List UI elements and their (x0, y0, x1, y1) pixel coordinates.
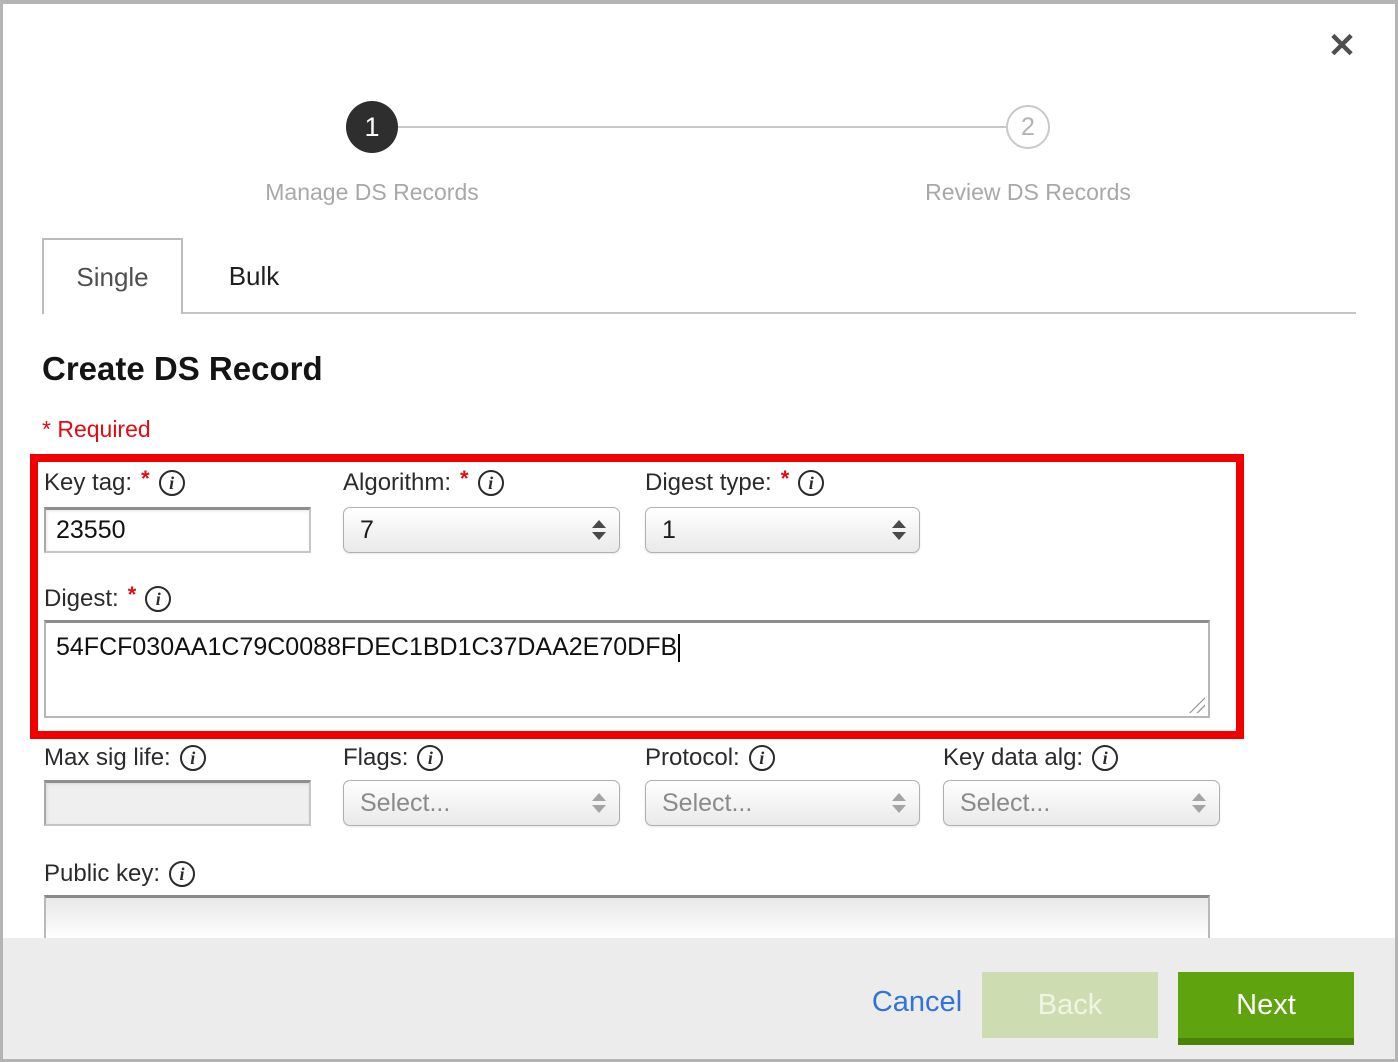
stepper-connector-line (398, 126, 1006, 128)
digest-type-label: Digest type: * i (645, 467, 824, 499)
info-icon-glyph: i (488, 474, 493, 492)
tab-strip-divider (183, 312, 1356, 314)
next-button[interactable]: Next (1178, 972, 1354, 1045)
info-icon-glyph: i (190, 749, 195, 767)
tab-single[interactable]: Single (42, 238, 183, 314)
required-asterisk: * (460, 466, 469, 492)
step-1-circle: 1 (346, 101, 398, 153)
digest-textarea[interactable]: 54FCF030AA1C79C0088FDEC1BD1C37DAA2E70DFB (44, 620, 1210, 718)
key-tag-label-text: Key tag: (44, 469, 132, 497)
step-2-circle: 2 (1006, 105, 1050, 149)
info-icon[interactable]: i (417, 745, 443, 771)
max-sig-life-label: Max sig life: i (44, 742, 206, 774)
max-sig-life-label-text: Max sig life: (44, 744, 171, 772)
digest-label: Digest: * i (44, 583, 171, 615)
public-key-label: Public key: i (44, 858, 195, 890)
public-key-label-text: Public key: (44, 860, 160, 888)
info-icon-glyph: i (1103, 749, 1108, 767)
key-tag-label: Key tag: * i (44, 467, 185, 499)
select-spinner-icon (892, 793, 906, 813)
info-icon[interactable]: i (1092, 745, 1118, 771)
algorithm-selected-value: 7 (360, 516, 374, 545)
public-key-textarea[interactable] (44, 895, 1210, 938)
algorithm-label-text: Algorithm: (343, 469, 451, 497)
required-note: * Required (42, 416, 151, 443)
algorithm-select[interactable]: 7 (343, 507, 620, 553)
protocol-label-text: Protocol: (645, 744, 740, 772)
create-ds-record-dialog: ✕ 1 2 Manage DS Records Review DS Record… (0, 0, 1398, 1062)
info-icon[interactable]: i (159, 470, 185, 496)
key-data-alg-selected-value: Select... (960, 789, 1050, 818)
info-icon-glyph: i (428, 749, 433, 767)
text-caret (678, 634, 680, 662)
info-icon-glyph: i (180, 865, 185, 883)
key-data-alg-label: Key data alg: i (943, 742, 1118, 774)
select-spinner-icon (892, 520, 906, 540)
protocol-selected-value: Select... (662, 789, 752, 818)
info-icon-glyph: i (759, 749, 764, 767)
key-tag-value: 23550 (56, 516, 126, 545)
info-icon[interactable]: i (145, 586, 171, 612)
required-asterisk: * (781, 466, 790, 492)
tab-bulk[interactable]: Bulk (183, 238, 325, 314)
close-icon[interactable]: ✕ (1320, 24, 1364, 68)
flags-label-text: Flags: (343, 744, 408, 772)
cancel-link[interactable]: Cancel (862, 986, 972, 1019)
protocol-select[interactable]: Select... (645, 780, 920, 826)
info-icon-glyph: i (156, 590, 161, 608)
digest-value: 54FCF030AA1C79C0088FDEC1BD1C37DAA2E70DFB (56, 633, 677, 661)
info-icon[interactable]: i (169, 861, 195, 887)
step-2-label: Review DS Records (868, 179, 1188, 206)
digest-label-text: Digest: (44, 585, 119, 613)
step-1-label: Manage DS Records (212, 179, 532, 206)
required-asterisk: * (128, 582, 137, 608)
resize-grip-icon[interactable] (1189, 697, 1205, 713)
flags-select[interactable]: Select... (343, 780, 620, 826)
key-data-alg-label-text: Key data alg: (943, 744, 1083, 772)
info-icon[interactable]: i (749, 745, 775, 771)
required-asterisk: * (141, 466, 150, 492)
flags-label: Flags: i (343, 742, 443, 774)
info-icon[interactable]: i (798, 470, 824, 496)
digest-type-selected-value: 1 (662, 516, 676, 545)
info-icon-glyph: i (169, 474, 174, 492)
digest-type-label-text: Digest type: (645, 469, 772, 497)
key-tag-input[interactable]: 23550 (44, 507, 311, 553)
info-icon[interactable]: i (478, 470, 504, 496)
select-spinner-icon (592, 793, 606, 813)
protocol-label: Protocol: i (645, 742, 775, 774)
algorithm-label: Algorithm: * i (343, 467, 504, 499)
info-icon[interactable]: i (180, 745, 206, 771)
select-spinner-icon (1192, 793, 1206, 813)
info-icon-glyph: i (809, 474, 814, 492)
flags-selected-value: Select... (360, 789, 450, 818)
back-button[interactable]: Back (982, 972, 1158, 1038)
select-spinner-icon (592, 520, 606, 540)
max-sig-life-input[interactable] (44, 780, 311, 826)
digest-type-select[interactable]: 1 (645, 507, 920, 553)
page-title: Create DS Record (42, 350, 323, 388)
key-data-alg-select[interactable]: Select... (943, 780, 1220, 826)
